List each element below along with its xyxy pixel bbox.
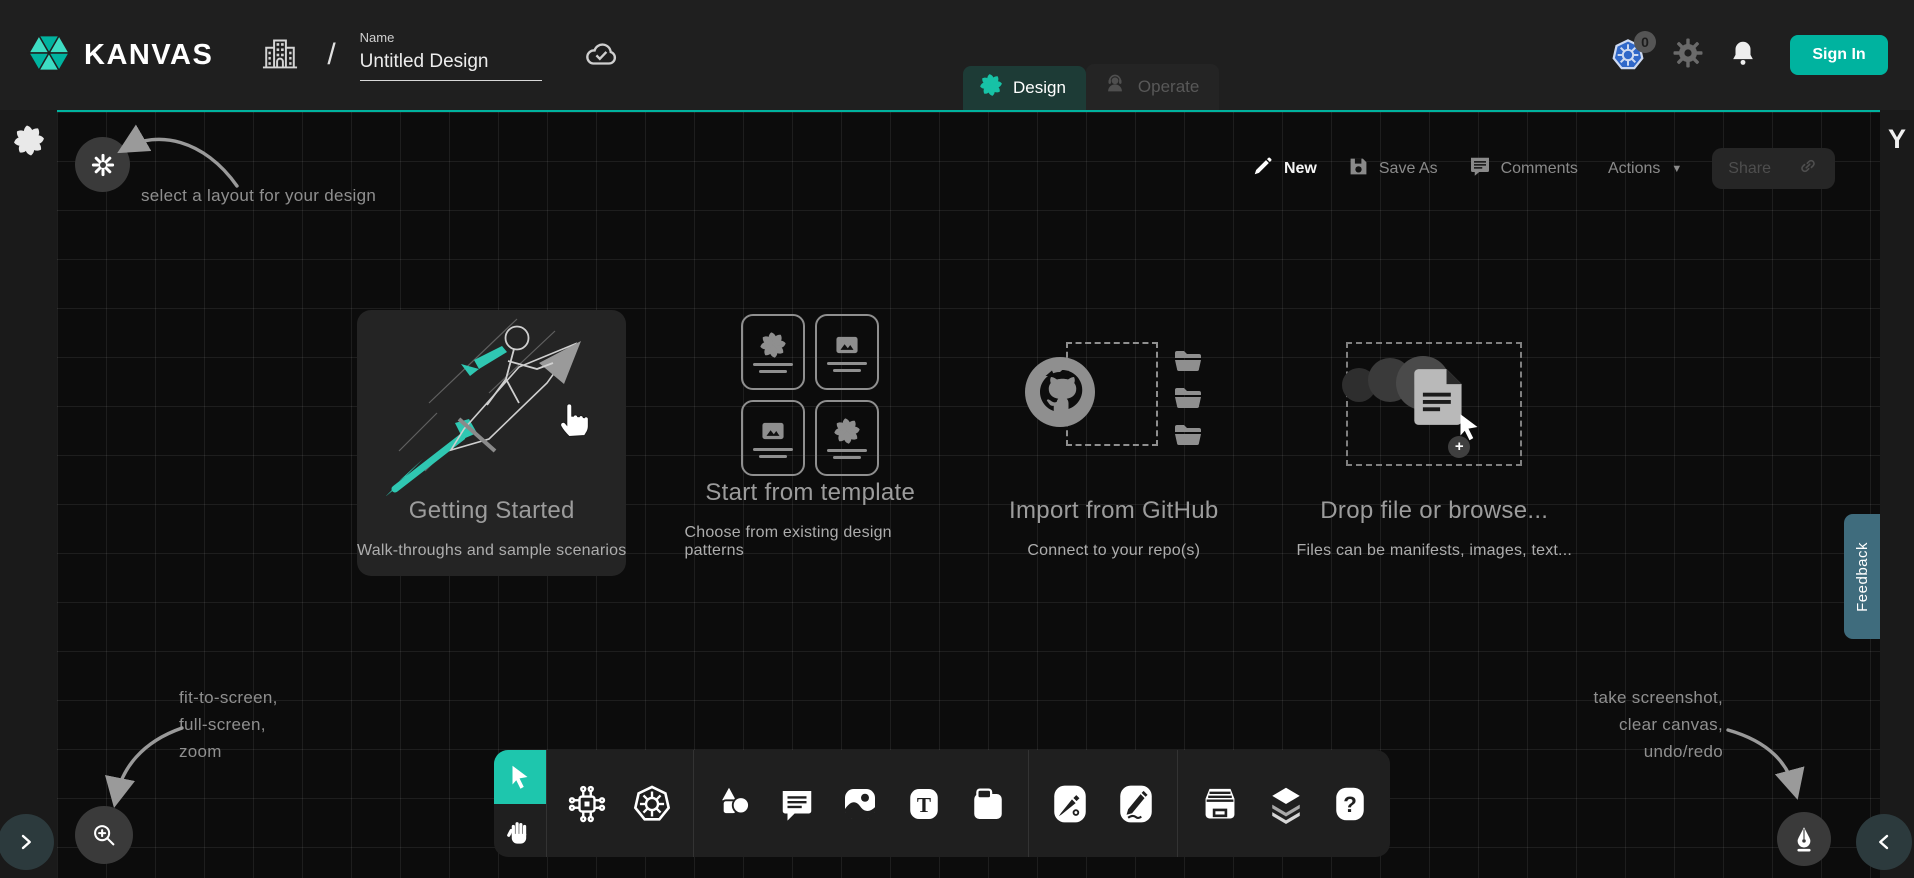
view-controls-hint: fit-to-screen, full-screen, zoom <box>179 684 278 765</box>
layout-hint-arrow <box>112 124 242 194</box>
template-tile <box>741 400 805 476</box>
card-subtitle: Files can be manifests, images, text... <box>1297 542 1572 560</box>
canvas-controls-hint: take screenshot, clear canvas, undo/redo <box>1593 684 1723 765</box>
yaml-panel-icon[interactable]: Y <box>1888 124 1906 155</box>
organization-icon[interactable] <box>259 32 301 79</box>
template-tile <box>815 400 879 476</box>
comment-tool[interactable] <box>778 785 816 823</box>
expand-left-panel-button[interactable] <box>0 814 54 870</box>
cloud-sync-status-icon <box>580 34 622 77</box>
zoom-button[interactable] <box>75 806 133 864</box>
save-floppy-icon <box>1347 155 1370 183</box>
rocket-illustration <box>357 310 626 497</box>
new-pencil-icon <box>1251 154 1275 183</box>
layers-tool[interactable] <box>1266 784 1306 824</box>
start-options: Getting Started Walk-throughs and sample… <box>357 310 1577 576</box>
card-subtitle: Choose from existing design patterns <box>684 524 936 560</box>
start-from-template-card[interactable]: Start from template Choose from existing… <box>684 310 936 576</box>
canvas-controls-hint-arrow <box>1722 720 1814 808</box>
kanvas-app: KANVAS / Name <box>0 0 1914 878</box>
component-tool[interactable] <box>567 784 607 824</box>
save-as-button[interactable]: Save As <box>1347 155 1438 183</box>
share-link-icon <box>1797 155 1819 182</box>
template-tile <box>815 314 879 390</box>
plus-badge-icon: + <box>1448 436 1470 458</box>
template-tile <box>741 314 805 390</box>
drop-zone-dashed-frame: + <box>1346 342 1522 466</box>
cursor-tool[interactable] <box>494 750 546 804</box>
notifications-bell-icon[interactable] <box>1728 38 1758 73</box>
feedback-tab[interactable]: Feedback <box>1844 514 1880 639</box>
github-octocat-icon <box>1020 352 1100 437</box>
card-subtitle: Connect to your repo(s) <box>1027 542 1200 560</box>
kanvas-logo[interactable]: KANVAS <box>26 30 213 81</box>
select-layout-button[interactable] <box>75 137 130 192</box>
drop-file-card[interactable]: + Drop file or browse... Files can be ma… <box>1292 310 1577 576</box>
comments-button[interactable]: Comments <box>1468 154 1578 183</box>
design-name-field: Name <box>360 30 542 81</box>
pan-hand-tool[interactable] <box>494 804 546 857</box>
shapes-tool[interactable] <box>714 784 754 824</box>
design-name-label: Name <box>360 30 542 45</box>
pen-tool[interactable] <box>1049 782 1091 826</box>
pointer-hand-icon <box>556 398 594 445</box>
svg-text:T: T <box>917 793 931 817</box>
actions-dropdown[interactable]: Actions ▼ <box>1608 160 1682 178</box>
tab-design[interactable]: Design <box>963 66 1086 110</box>
logo-wordmark: KANVAS <box>84 39 213 72</box>
top-bar: KANVAS / Name <box>0 0 1914 110</box>
text-tool[interactable]: T <box>904 784 944 824</box>
meshery-spiral-icon[interactable] <box>12 124 45 162</box>
pencil-tool[interactable] <box>1115 782 1157 826</box>
chevron-down-icon: ▼ <box>1671 163 1682 175</box>
tab-operate[interactable]: Operate <box>1086 64 1219 110</box>
kubernetes-tool[interactable] <box>631 783 673 825</box>
kanvas-logo-icon <box>26 30 72 81</box>
right-edge-panel: Y <box>1880 110 1914 878</box>
design-canvas[interactable]: select a layout for your design New <box>57 110 1880 878</box>
repo-folder-icons <box>1170 344 1206 450</box>
operate-tab-icon <box>1102 71 1128 102</box>
design-name-input[interactable] <box>360 49 542 81</box>
template-tiles <box>684 310 936 479</box>
pen-mode-button[interactable] <box>1777 812 1831 866</box>
card-title: Drop file or browse... <box>1320 497 1548 525</box>
settings-gear-icon[interactable] <box>1672 37 1704 74</box>
left-edge-panel <box>0 110 57 878</box>
header-right-cluster: 0 <box>1610 35 1888 75</box>
breadcrumb-separator: / <box>327 38 335 72</box>
help-tool[interactable]: ? <box>1330 784 1370 824</box>
expand-right-panel-button[interactable] <box>1856 814 1912 870</box>
card-title: Getting Started <box>409 497 575 525</box>
kubernetes-context-icon[interactable]: 0 <box>1610 37 1648 73</box>
mode-tabs: Design Operate <box>963 64 1219 110</box>
canvas-action-bar: New Save As <box>1251 148 1835 189</box>
context-count-badge: 0 <box>1634 31 1656 53</box>
card-title: Import from GitHub <box>1009 497 1218 525</box>
new-button[interactable]: New <box>1251 154 1317 183</box>
image-tool[interactable] <box>840 784 880 824</box>
tool-dock: T <box>494 750 1390 857</box>
layout-hint-text: select a layout for your design <box>141 186 376 206</box>
sign-in-button[interactable]: Sign In <box>1790 35 1888 75</box>
share-button[interactable]: Share <box>1712 148 1835 189</box>
design-tab-icon <box>979 73 1003 102</box>
drawer-tool[interactable] <box>1198 783 1242 825</box>
card-title: Start from template <box>705 479 915 507</box>
comments-icon <box>1468 154 1492 183</box>
import-from-github-card[interactable]: Import from GitHub Connect to your repo(… <box>994 310 1234 576</box>
getting-started-card[interactable]: Getting Started Walk-throughs and sample… <box>357 310 626 576</box>
view-controls-hint-arrow <box>97 720 189 812</box>
card-subtitle: Walk-throughs and sample scenarios <box>357 542 626 560</box>
svg-text:?: ? <box>1343 792 1357 817</box>
sticky-note-tool[interactable] <box>968 784 1008 824</box>
